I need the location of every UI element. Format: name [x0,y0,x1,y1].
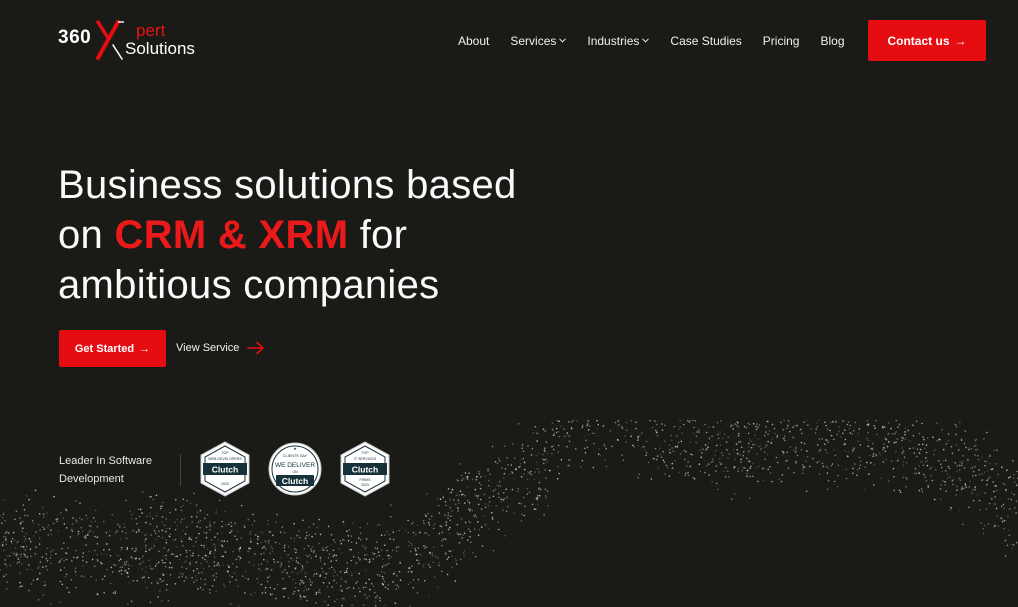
nav-item-services[interactable]: Services [510,34,567,48]
nav-item-industries[interactable]: Industries [587,34,650,48]
hero-line-2: on CRM & XRM for [58,210,578,260]
badge-top: CLIENTS SAY [283,454,308,458]
clutch-badge-clients-say: ★ CLIENTS SAY WE DELIVER ON Clutch [268,442,322,496]
logo-number: 360 [58,27,92,48]
view-service-label: View Service [176,342,240,354]
nav-item-label: Pricing [762,34,800,48]
badge-brand: Clutch [212,465,238,475]
hero-line-2-suffix: for [348,213,408,257]
logo-x-mark [96,20,124,60]
badge-year: 2023 [361,483,369,487]
badge-brand: Clutch [282,476,308,486]
logo-pert: pert [136,21,166,40]
badge-year: 2023 [221,482,229,486]
badge-extra: FIRMS [360,478,372,482]
nav-item-pricing[interactable]: Pricing [763,34,800,48]
badge-top: TOP [221,451,229,455]
nav-item-case-studies[interactable]: Case Studies [670,34,741,48]
badge-sub: WEB DEVELOPERS [208,457,242,461]
arrow-right-icon: → [954,33,967,48]
get-started-label: Get Started [74,342,135,355]
divider [180,454,181,486]
arrow-right-icon: → [139,342,151,355]
badge-brand: Clutch [352,465,378,475]
chevron-down-icon [559,37,567,45]
nav-item-label: Services [510,34,557,48]
hero-line-1: Business solutions based [58,163,517,207]
badge-top: TOP [361,451,369,455]
particle-wave-background [0,420,1018,607]
brand-logo[interactable]: 360 pert Solutions [58,18,208,62]
nav-item-blog[interactable]: Blog [820,34,844,48]
nav-item-label: About [458,34,490,48]
badge-sub: WE DELIVER [275,462,315,469]
nav-item-about[interactable]: About [458,34,489,48]
logo-solutions: Solutions [125,39,195,58]
site-header: 360 pert Solutions About Services Indust… [0,0,1018,82]
nav-item-label: Blog [820,34,845,48]
hero-line-3: ambitious companies [58,263,440,307]
leader-text: Leader In Software Development [59,455,152,485]
hero-accent-text: CRM & XRM [114,213,349,257]
get-started-button[interactable]: Get Started → [59,330,166,367]
star-icon: ★ [293,446,297,451]
chevron-down-icon [642,37,650,45]
view-service-link[interactable]: View Service [176,339,265,357]
hero-line-2-prefix: on [58,213,115,257]
badge-on: ON [292,470,298,474]
arrow-right-icon [247,341,265,355]
clutch-badge-top-it-services: TOP IT SERVICES Clutch FIRMS 2023 [340,441,390,497]
hero-headline: Business solutions based on CRM & XRM fo… [58,160,578,310]
clutch-badge-top-web-developers: TOP WEB DEVELOPERS Clutch 2023 [200,441,250,497]
main-nav: About Services Industries Case Studies P… [458,32,866,50]
contact-us-label: Contact us [887,33,950,48]
nav-item-label: Case Studies [670,34,742,48]
contact-us-button[interactable]: Contact us → [868,20,986,61]
nav-item-label: Industries [587,34,640,48]
badge-sub: IT SERVICES [354,457,377,461]
